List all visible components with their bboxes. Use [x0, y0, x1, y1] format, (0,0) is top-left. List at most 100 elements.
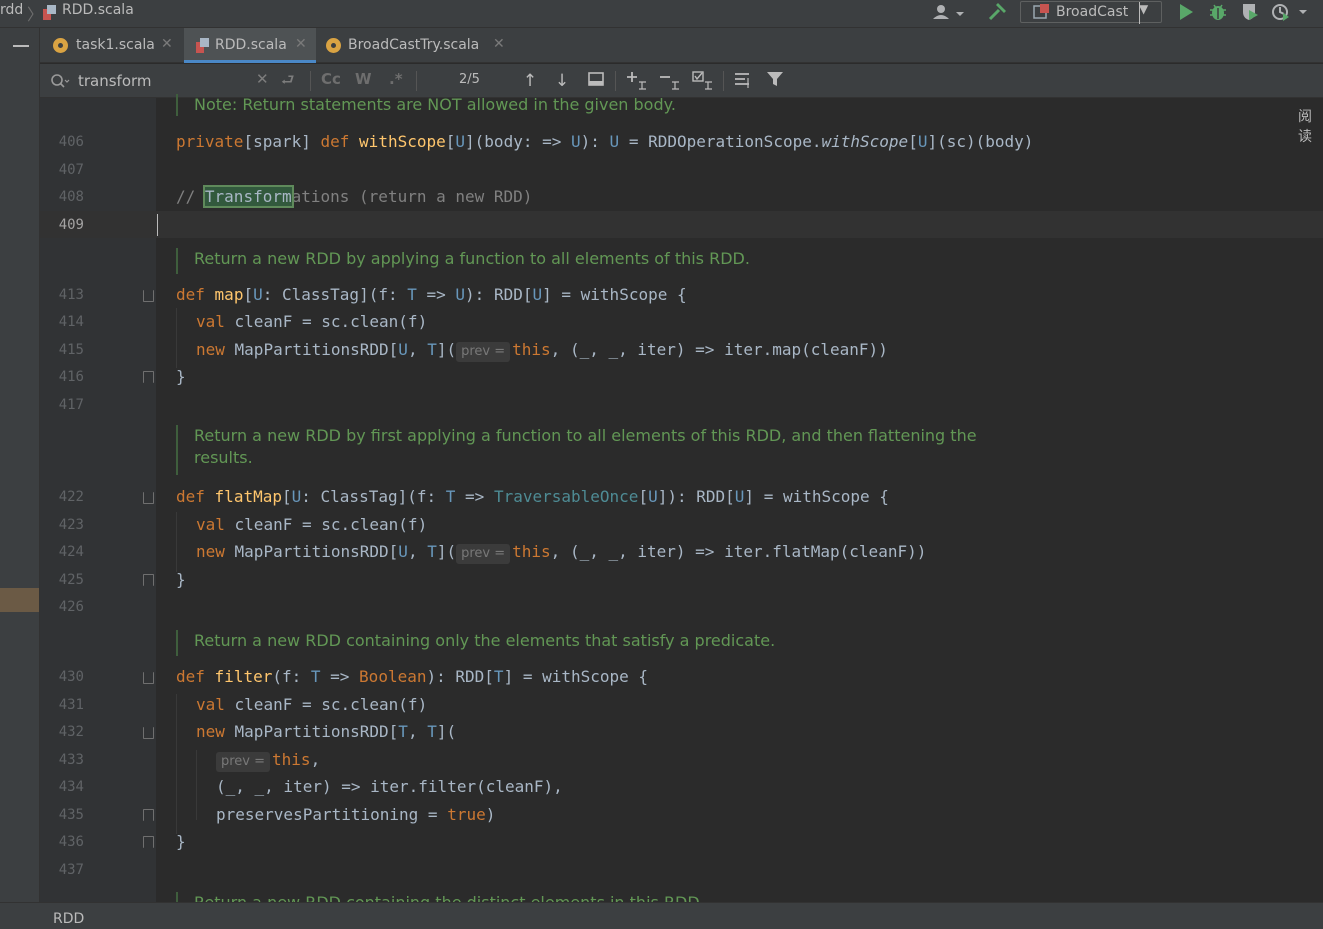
- code-line: }: [176, 570, 186, 589]
- select-all-occurrences-icon[interactable]: [692, 70, 714, 92]
- scala-file-icon: [43, 5, 57, 21]
- run-configuration-select[interactable]: BroadCast ▼: [1020, 1, 1162, 24]
- scala-object-icon: [326, 38, 341, 53]
- parameter-hint: prev =: [216, 752, 271, 772]
- line-number: 417: [58, 397, 84, 413]
- whole-words-button[interactable]: W: [355, 70, 372, 88]
- match-count: 2/5: [459, 72, 480, 87]
- code-line: new MapPartitionsRDD[U, T](prev = this, (…: [196, 542, 926, 564]
- line-number: 425: [58, 572, 84, 588]
- line-number: 423: [58, 517, 84, 533]
- filter-icon[interactable]: [764, 70, 786, 92]
- search-match-highlight: Transform: [202, 185, 294, 208]
- bookmark-marker: [0, 588, 39, 612]
- reader-mode-label[interactable]: 阅读: [1298, 106, 1323, 146]
- find-bar: ✕ ⮐ Cc W .* 2/5 ↑ ↓: [40, 64, 1323, 98]
- close-icon[interactable]: ✕: [161, 36, 173, 52]
- line-number: 422: [58, 489, 84, 505]
- status-bar: RDD: [0, 902, 1323, 929]
- doc-comment: Note: Return statements are NOT allowed …: [176, 94, 676, 116]
- code-line: }: [176, 832, 186, 851]
- new-line-icon[interactable]: ⮐: [281, 70, 295, 95]
- status-breadcrumb[interactable]: RDD: [53, 911, 84, 927]
- code-line: private[spark] def withScope[U](body: =>…: [176, 132, 1034, 151]
- parameter-hint: prev =: [456, 342, 511, 362]
- breadcrumb-file[interactable]: RDD.scala: [62, 2, 134, 18]
- code-line: val cleanF = sc.clean(f): [196, 515, 428, 534]
- match-case-button[interactable]: Cc: [321, 70, 341, 88]
- search-input[interactable]: [76, 70, 266, 92]
- coverage-icon[interactable]: [1240, 2, 1260, 26]
- fold-icon[interactable]: [143, 836, 154, 848]
- code-line: val cleanF = sc.clean(f): [196, 312, 428, 331]
- editor-tabs: task1.scala ✕ RDD.scala ✕ BroadCastTry.s…: [40, 28, 1323, 63]
- doc-comment: Return a new RDD containing only the ele…: [176, 630, 775, 656]
- debug-bug-icon[interactable]: [1208, 2, 1228, 26]
- line-number: 416: [58, 369, 84, 385]
- run-icon[interactable]: [1177, 2, 1195, 26]
- line-number: 413: [58, 287, 84, 303]
- code-line: val cleanF = sc.clean(f): [196, 695, 428, 714]
- fold-icon[interactable]: [143, 672, 154, 684]
- code-line: }: [176, 367, 186, 386]
- code-line: new MapPartitionsRDD[T, T](: [196, 722, 457, 741]
- fold-icon[interactable]: [143, 574, 154, 586]
- line-number: 437: [58, 862, 84, 878]
- run-config-label: BroadCast: [1056, 4, 1129, 20]
- code-line: prev = this,: [216, 750, 320, 772]
- line-number: 408: [58, 189, 84, 205]
- code-line: new MapPartitionsRDD[U, T](prev = this, (…: [196, 340, 888, 362]
- line-number: 435: [58, 807, 84, 823]
- doc-comment: Return a new RDD by applying a function …: [176, 248, 750, 274]
- line-number: 434: [58, 779, 84, 795]
- code-line: // Transformations (return a new RDD): [176, 185, 533, 208]
- breadcrumb-rdd[interactable]: rdd: [0, 2, 23, 18]
- clear-search-icon[interactable]: ✕: [256, 70, 269, 88]
- fold-icon[interactable]: [143, 290, 154, 302]
- line-number: 432: [58, 724, 84, 740]
- tab-label: task1.scala: [76, 37, 155, 53]
- tab-label: RDD.scala: [215, 37, 287, 53]
- line-number: 409: [58, 217, 84, 233]
- find-in-window-icon[interactable]: [585, 70, 607, 92]
- fold-icon[interactable]: [143, 371, 154, 383]
- code-line: def filter(f: T => Boolean): RDD[T] = wi…: [176, 667, 649, 686]
- text-caret: [157, 214, 158, 236]
- doc-line: results.: [194, 448, 253, 467]
- chevron-down-icon: ▼: [1139, 2, 1148, 24]
- regex-button[interactable]: .*: [389, 70, 403, 88]
- run-config-icon: [1033, 4, 1049, 19]
- line-number: 436: [58, 834, 84, 850]
- tab-label: BroadCastTry.scala: [348, 37, 480, 53]
- remove-occurrence-icon[interactable]: [659, 70, 681, 92]
- add-occurrence-icon[interactable]: [626, 70, 648, 92]
- navigation-bar: rdd 〉 RDD.scala BroadCast ▼: [0, 0, 1323, 28]
- close-icon[interactable]: ✕: [493, 36, 505, 52]
- tool-window-strip: [0, 28, 40, 902]
- search-icon[interactable]: [48, 70, 70, 92]
- fold-icon[interactable]: [143, 492, 154, 504]
- line-number: 433: [58, 752, 84, 768]
- scala-object-icon: [53, 38, 68, 53]
- scala-file-icon: [196, 38, 210, 54]
- breadcrumb-separator: 〉: [27, 5, 44, 24]
- profiler-icon[interactable]: [1270, 2, 1310, 26]
- close-icon[interactable]: ✕: [295, 36, 307, 52]
- build-hammer-icon[interactable]: [986, 1, 1008, 27]
- next-occurrence-icon[interactable]: ↓: [551, 70, 573, 92]
- line-number: 415: [58, 342, 84, 358]
- doc-line: Return a new RDD by first applying a fun…: [194, 426, 977, 445]
- previous-occurrence-icon[interactable]: ↑: [519, 70, 541, 92]
- code-line: preservesPartitioning = true): [216, 805, 496, 824]
- search-in-selection-icon[interactable]: [732, 70, 754, 92]
- tab-broadcasttry[interactable]: BroadCastTry.scala ✕: [316, 28, 516, 63]
- hide-panel-icon[interactable]: [13, 45, 29, 47]
- line-number: 431: [58, 697, 84, 713]
- tab-task1[interactable]: task1.scala ✕: [40, 28, 184, 63]
- fold-icon[interactable]: [143, 809, 154, 821]
- fold-icon[interactable]: [143, 727, 154, 739]
- user-icon[interactable]: [932, 3, 966, 27]
- line-number: 414: [58, 314, 84, 330]
- code-line: def map[U: ClassTag](f: T => U): RDD[U] …: [176, 285, 687, 304]
- tab-rdd[interactable]: RDD.scala ✕: [184, 28, 316, 63]
